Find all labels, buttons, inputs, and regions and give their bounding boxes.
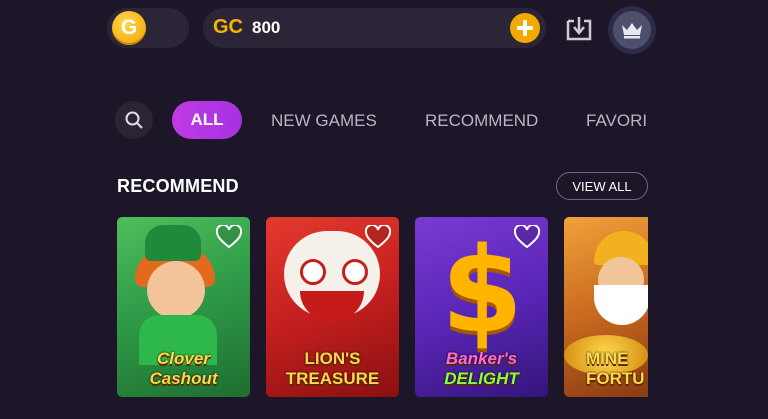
- tab-favorites[interactable]: FAVORI: [586, 111, 648, 131]
- game-title: Banker's DELIGHT: [444, 349, 519, 388]
- add-coins-button[interactable]: [510, 13, 540, 43]
- gc-currency-label: GC: [213, 16, 243, 38]
- game-card-bankers-delight[interactable]: $ Banker's DELIGHT: [415, 217, 548, 397]
- favorite-heart-icon[interactable]: [216, 225, 242, 249]
- download-button[interactable]: [564, 13, 594, 43]
- crown-icon: [622, 23, 642, 39]
- view-all-button[interactable]: VIEW ALL: [556, 172, 648, 200]
- search-icon: [125, 111, 143, 129]
- game-card-lions-treasure[interactable]: LION'S TREASURE: [266, 217, 399, 397]
- gc-balance-value: 800: [252, 18, 281, 37]
- game-title: MINE FORTU: [586, 349, 645, 388]
- favorite-heart-icon[interactable]: [365, 225, 391, 249]
- game-art: [147, 261, 205, 319]
- g-coin-icon: G: [112, 11, 146, 45]
- game-card-mine-fortune[interactable]: MINE FORTU: [564, 217, 648, 397]
- dollar-sign-art: $: [441, 221, 524, 359]
- tab-all[interactable]: ALL: [172, 101, 242, 139]
- game-card-clover-cashout[interactable]: Clover Cashout: [117, 217, 250, 397]
- game-title: Clover Cashout: [149, 349, 218, 388]
- vip-badge: [613, 11, 651, 49]
- favorite-heart-icon[interactable]: [514, 225, 540, 249]
- tab-recommend[interactable]: RECOMMEND: [425, 111, 538, 131]
- search-button[interactable]: [115, 101, 153, 139]
- game-title: LION'S TREASURE: [285, 349, 380, 388]
- vip-button[interactable]: [608, 6, 656, 54]
- tab-new-games[interactable]: NEW GAMES: [271, 111, 377, 131]
- plus-icon: [517, 20, 533, 36]
- download-icon: [566, 17, 592, 41]
- section-title: RECOMMEND: [117, 176, 239, 196]
